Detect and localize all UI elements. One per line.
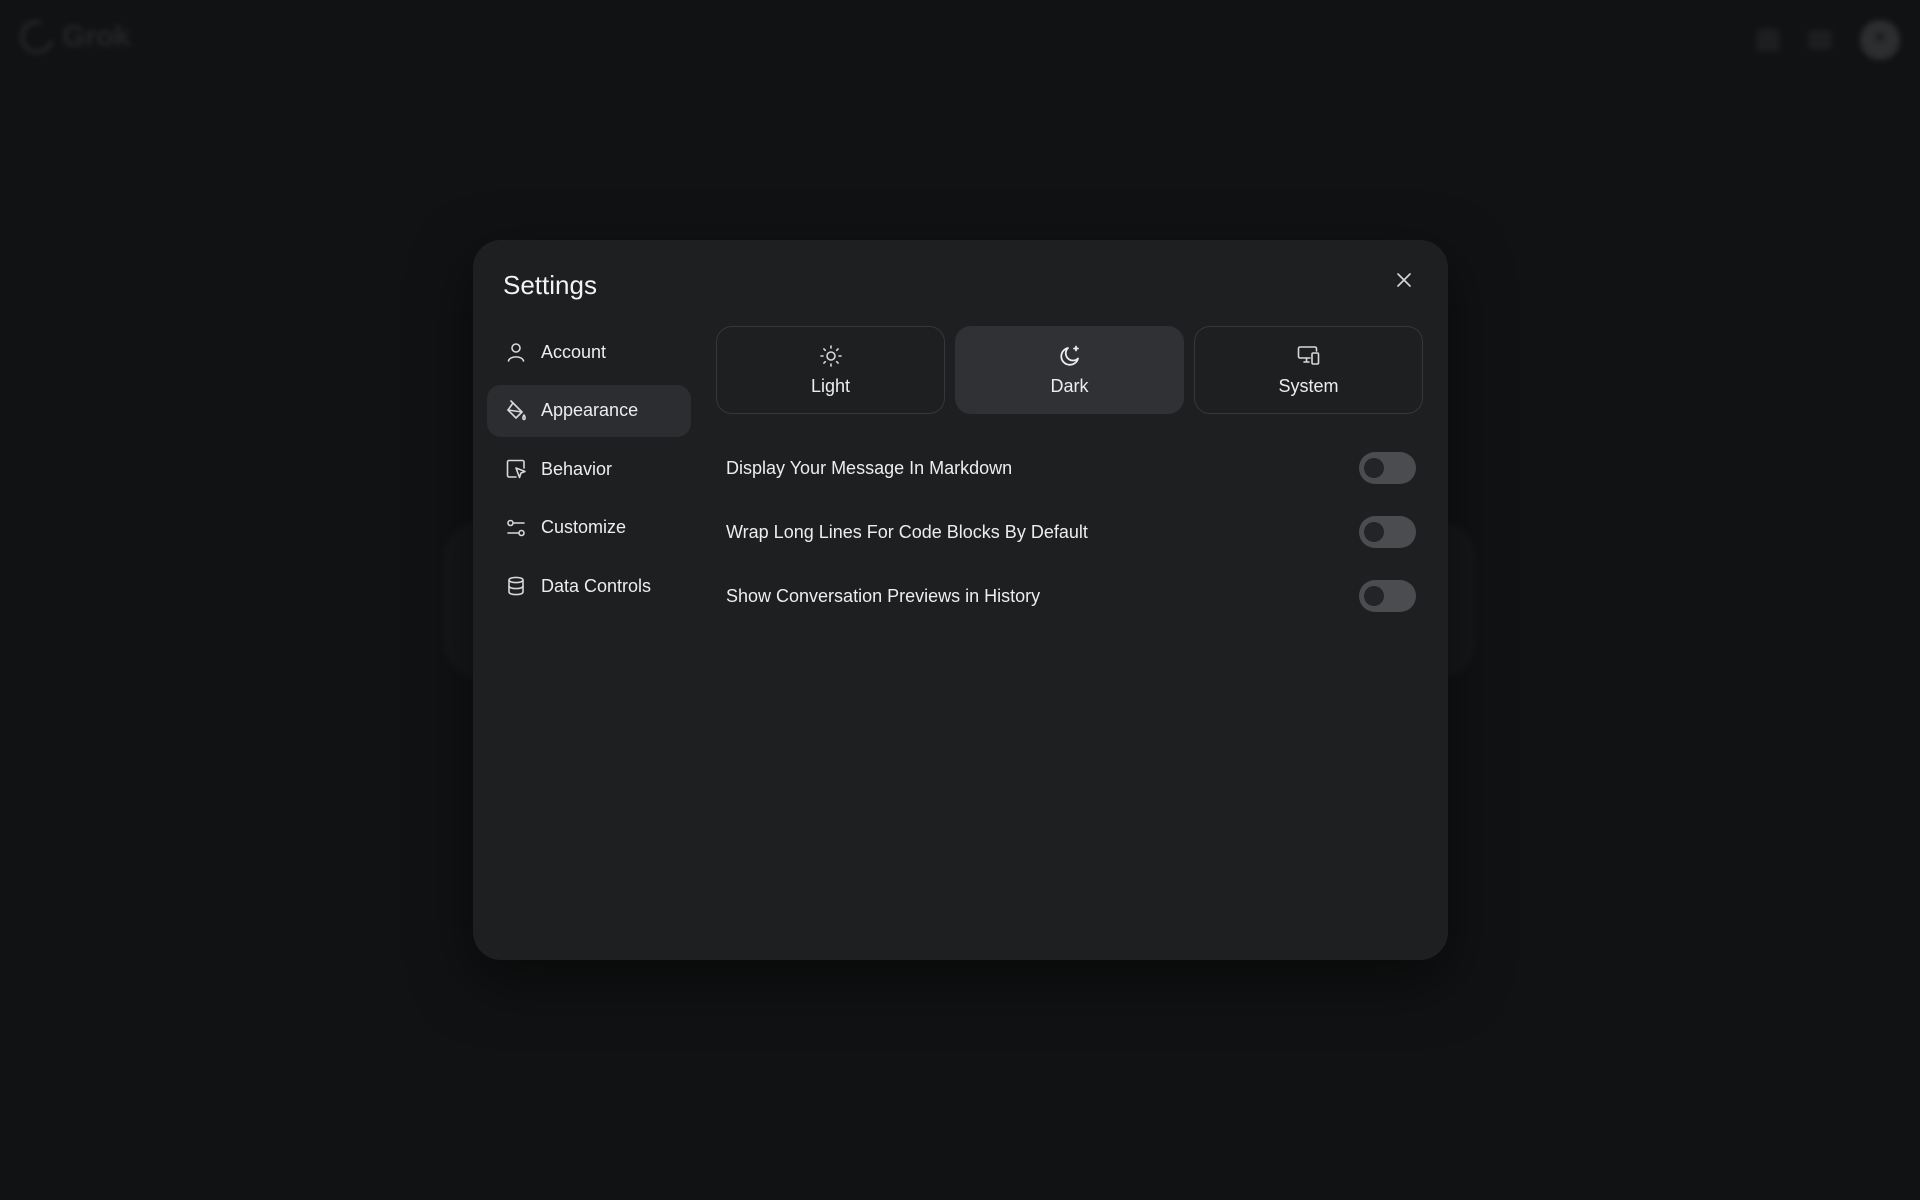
close-icon: [1397, 273, 1411, 287]
previews-toggle[interactable]: [1359, 580, 1416, 612]
nav-item-label: Data Controls: [541, 575, 652, 596]
setting-label: Wrap Long Lines For Code Blocks By Defau…: [726, 521, 1088, 542]
close-button[interactable]: [1390, 266, 1418, 294]
setting-row-wrap-lines: Wrap Long Lines For Code Blocks By Defau…: [716, 500, 1426, 564]
sun-icon: [819, 344, 842, 367]
toggle-knob: [1364, 458, 1384, 478]
sliders-icon: [507, 519, 525, 536]
nav-item-label: Behavior: [541, 458, 613, 479]
theme-option-light[interactable]: Light: [716, 326, 945, 414]
nav-item-data-controls[interactable]: Data Controls: [487, 560, 691, 612]
markdown-toggle[interactable]: [1359, 452, 1416, 484]
appearance-panel: Light Dark System Display Your Message I…: [716, 326, 1426, 628]
appearance-toggles: Display Your Message In Markdown Wrap Lo…: [716, 436, 1426, 628]
setting-row-markdown: Display Your Message In Markdown: [716, 436, 1426, 500]
nav-item-label: Customize: [541, 517, 627, 537]
paint-bucket-icon: [507, 399, 526, 420]
cursor-window-icon: [506, 459, 526, 479]
database-icon: [508, 576, 524, 596]
setting-row-previews: Show Conversation Previews in History: [716, 564, 1426, 628]
toggle-knob: [1364, 586, 1384, 606]
user-icon: [507, 343, 525, 362]
nav-item-label: Account: [541, 341, 607, 362]
theme-option-label: Light: [810, 375, 851, 396]
nav-item-appearance[interactable]: Appearance: [487, 384, 691, 437]
devices-icon: [1297, 345, 1319, 365]
setting-label: Show Conversation Previews in History: [726, 585, 1041, 606]
theme-option-label: System: [1278, 375, 1339, 396]
theme-option-label: Dark: [1050, 375, 1089, 396]
nav-item-behavior[interactable]: Behavior: [487, 443, 691, 495]
toggle-knob: [1364, 522, 1384, 542]
settings-dialog: Settings Account Appearance Behavior Cus…: [473, 240, 1448, 960]
settings-nav: Account Appearance Behavior Customize Da…: [487, 326, 691, 619]
theme-option-system[interactable]: System: [1194, 326, 1423, 414]
setting-label: Display Your Message In Markdown: [726, 457, 1013, 478]
moon-icon: [1059, 345, 1079, 366]
dialog-title: Settings: [503, 270, 597, 300]
nav-item-label: Appearance: [541, 400, 639, 420]
nav-item-account[interactable]: Account: [487, 326, 691, 378]
wrap-lines-toggle[interactable]: [1359, 516, 1416, 548]
theme-option-dark[interactable]: Dark: [955, 326, 1184, 414]
nav-item-customize[interactable]: Customize: [487, 502, 691, 554]
theme-selector: Light Dark System: [716, 326, 1426, 414]
